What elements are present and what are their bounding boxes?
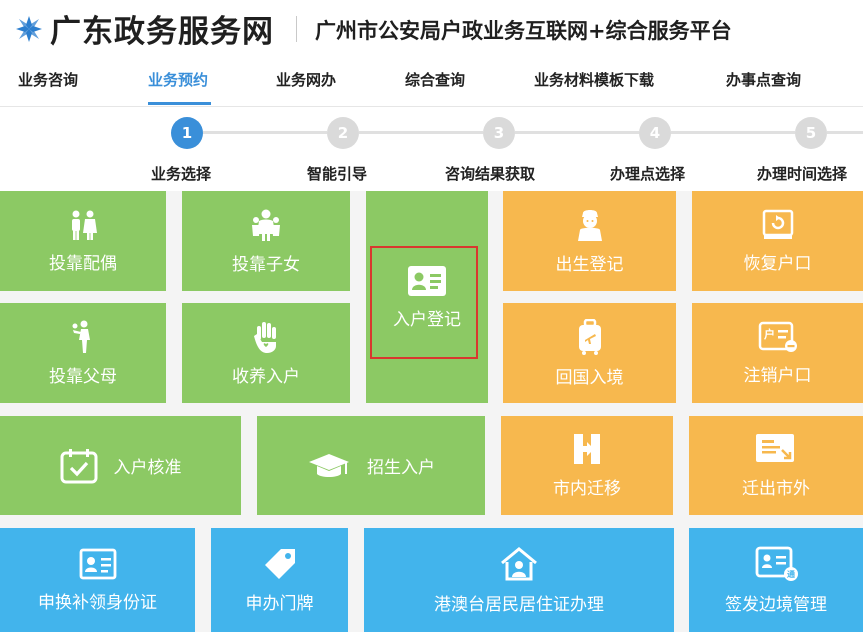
tile-label: 投靠配偶: [49, 253, 117, 274]
couple-icon: [72, 210, 97, 240]
tile-label: 申换补领身份证: [38, 592, 157, 613]
tile-birth[interactable]: 出生登记: [503, 191, 676, 291]
tile-move-in-city[interactable]: 市内迁移: [501, 416, 673, 515]
restore-icon: [762, 209, 793, 239]
step-2-label: 智能引导: [307, 165, 368, 183]
tile-label: 回国入境: [555, 367, 624, 388]
step-3-circle: 3: [483, 117, 515, 149]
luggage-icon: [578, 318, 601, 355]
tile-label: 投靠子女: [232, 254, 300, 275]
tile-register[interactable]: 入户登记: [366, 191, 488, 403]
step-2-circle: 2: [327, 117, 359, 149]
tile-move-out[interactable]: 迁出市外: [689, 416, 863, 515]
id-card-icon: [79, 548, 116, 579]
move-door-icon: [574, 434, 600, 464]
tile-label: 收养入户: [232, 366, 300, 387]
tile-label: 迁出市外: [742, 479, 810, 499]
household-cancel-icon: 户: [758, 321, 797, 352]
step-connector: [203, 131, 327, 134]
tile-label: 港澳台居民居住证办理: [434, 594, 604, 615]
tile-label: 市内迁移: [553, 479, 621, 499]
hand-heart-icon: [254, 321, 276, 353]
tile-border[interactable]: 通 签发边境管理: [689, 528, 863, 632]
tile-label: 申办门牌: [245, 593, 314, 614]
step-5-circle: 5: [795, 117, 827, 149]
tile-label: 招生入户: [367, 458, 435, 478]
house-person-icon: [501, 546, 537, 580]
tile-parents[interactable]: 投靠父母: [0, 303, 166, 403]
nav-consult[interactable]: 业务咨询: [18, 69, 78, 90]
tile-label: 投靠父母: [49, 366, 117, 387]
tile-label: 入户核准: [113, 458, 182, 478]
tag-icon: [264, 548, 295, 579]
move-out-icon: [756, 434, 794, 462]
tile-label: 入户登记: [393, 309, 461, 330]
svg-text:通: 通: [787, 569, 795, 579]
tile-children[interactable]: 投靠子女: [182, 191, 350, 291]
tile-enroll[interactable]: 招生入户: [257, 416, 485, 515]
tile-cancel[interactable]: 户 注销户口: [692, 303, 863, 403]
tile-return[interactable]: 回国入境: [503, 303, 676, 403]
step-5-label: 办理时间选择: [757, 165, 848, 183]
step-connector: [515, 131, 639, 134]
step-3-label: 咨询结果获取: [445, 165, 536, 183]
step-1-label: 业务选择: [151, 165, 212, 183]
platform-title: 广州市公安局户政业务互联网+综合服务平台: [315, 19, 732, 43]
nav-active-indicator: [148, 102, 211, 105]
step-connector: [671, 131, 795, 134]
nav-templates[interactable]: 业务材料模板下载: [534, 69, 654, 90]
tile-door-plate[interactable]: 申办门牌: [211, 528, 348, 632]
tile-label: 签发边境管理: [725, 594, 827, 615]
step-1-circle: 1: [171, 117, 203, 149]
step-4-circle: 4: [639, 117, 671, 149]
nav-online[interactable]: 业务网办: [276, 69, 336, 90]
calendar-check-icon: [60, 448, 97, 483]
step-connector: [827, 131, 863, 134]
tile-id-card[interactable]: 申换补领身份证: [0, 528, 195, 632]
header: 广东政务服务网 广州市公安局户政业务互联网+综合服务平台: [0, 0, 863, 60]
step-4-label: 办理点选择: [610, 165, 686, 183]
id-card-icon: [408, 265, 446, 296]
tile-label: 注销户口: [743, 365, 812, 386]
baby-icon: [577, 209, 602, 241]
parent-child-icon: [72, 320, 90, 353]
family-icon: [252, 209, 280, 241]
tile-label: 恢复户口: [743, 253, 812, 274]
tile-adopt[interactable]: 收养入户: [182, 303, 350, 403]
tile-label: 出生登记: [555, 254, 624, 275]
step-progress: 1 2 3 4 5 业务选择 智能引导 咨询结果获取 办理点选择 办理时间选择: [0, 107, 863, 191]
tile-approve[interactable]: 入户核准: [0, 416, 241, 515]
nav-query[interactable]: 综合查询: [405, 69, 465, 90]
tile-restore[interactable]: 恢复户口: [692, 191, 863, 291]
graduation-cap-icon: [309, 453, 349, 477]
header-divider: [296, 16, 297, 42]
tile-hk-permit[interactable]: 港澳台居民居住证办理: [364, 528, 674, 632]
site-title: 广东政务服务网: [50, 14, 274, 50]
main-nav: 业务咨询 业务预约 业务网办 综合查询 业务材料模板下载 办事点查询: [0, 60, 863, 107]
svg-text:户: 户: [764, 327, 775, 341]
step-connector: [359, 131, 483, 134]
border-card-icon: 通: [755, 546, 798, 581]
nav-office-search[interactable]: 办事点查询: [726, 69, 801, 90]
nav-appointment[interactable]: 业务预约: [148, 69, 208, 90]
tile-spouse[interactable]: 投靠配偶: [0, 191, 166, 291]
gd-logo-icon: [16, 16, 42, 42]
